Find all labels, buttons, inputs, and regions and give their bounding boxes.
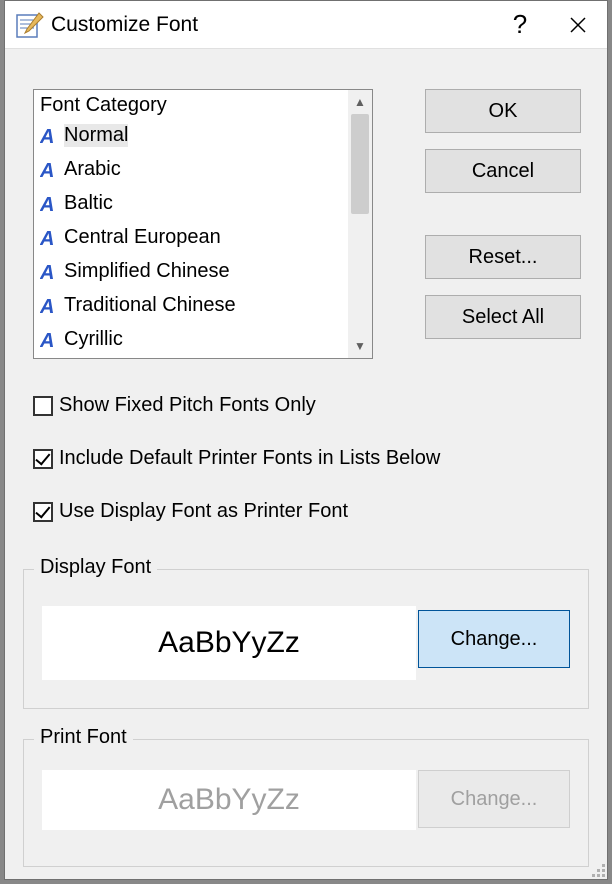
display-font-sample: AaBbYyZz bbox=[42, 606, 416, 680]
group-legend: Print Font bbox=[34, 726, 133, 749]
change-print-font-button: Change... bbox=[418, 770, 570, 828]
sample-text: AaBbYyZz bbox=[158, 783, 300, 817]
list-item[interactable]: A Central European bbox=[34, 220, 348, 254]
font-icon: A bbox=[38, 329, 62, 349]
listbox-items: A Normal A Arabic A Baltic A Central Eur… bbox=[34, 118, 348, 358]
checkbox-icon[interactable] bbox=[33, 396, 53, 416]
font-icon: A bbox=[38, 159, 62, 179]
font-icon: A bbox=[38, 261, 62, 281]
checkbox-label: Use Display Font as Printer Font bbox=[59, 500, 348, 523]
ok-button[interactable]: OK bbox=[425, 89, 581, 133]
app-icon bbox=[13, 9, 45, 41]
print-font-group: Print Font AaBbYyZz Change... bbox=[23, 739, 589, 867]
scroll-down-icon[interactable]: ▼ bbox=[348, 334, 372, 358]
svg-text:A: A bbox=[40, 126, 54, 145]
sample-text: AaBbYyZz bbox=[158, 626, 300, 660]
list-item-label: Normal bbox=[64, 124, 128, 147]
list-item-label: Simplified Chinese bbox=[64, 260, 230, 283]
svg-text:A: A bbox=[40, 228, 54, 247]
change-display-font-button[interactable]: Change... bbox=[418, 610, 570, 668]
svg-text:A: A bbox=[40, 160, 54, 179]
scroll-up-icon[interactable]: ▲ bbox=[348, 90, 372, 114]
scroll-thumb[interactable] bbox=[351, 114, 369, 214]
svg-text:A: A bbox=[40, 296, 54, 315]
scrollbar[interactable]: ▲ ▼ bbox=[348, 90, 372, 358]
svg-text:A: A bbox=[40, 194, 54, 213]
resize-grip-icon[interactable] bbox=[589, 861, 605, 877]
list-item-label: Cyrillic bbox=[64, 328, 123, 351]
list-item[interactable]: A Baltic bbox=[34, 186, 348, 220]
list-item[interactable]: A Arabic bbox=[34, 152, 348, 186]
font-category-listbox[interactable]: Font Category A Normal A Arabic A Baltic… bbox=[33, 89, 373, 359]
checkbox-label: Include Default Printer Fonts in Lists B… bbox=[59, 447, 440, 470]
use-display-font-checkbox-row[interactable]: Use Display Font as Printer Font bbox=[33, 500, 348, 523]
group-legend: Display Font bbox=[34, 556, 157, 579]
listbox-header: Font Category bbox=[34, 90, 372, 121]
display-font-group: Display Font AaBbYyZz Change... bbox=[23, 569, 589, 709]
titlebar: Customize Font ? bbox=[5, 1, 607, 49]
dialog-body: Font Category A Normal A Arabic A Baltic… bbox=[5, 49, 607, 879]
checkbox-label: Show Fixed Pitch Fonts Only bbox=[59, 394, 316, 417]
select-all-button[interactable]: Select All bbox=[425, 295, 581, 339]
reset-button[interactable]: Reset... bbox=[425, 235, 581, 279]
list-item[interactable]: A Cyrillic bbox=[34, 322, 348, 356]
list-item-label: Baltic bbox=[64, 192, 113, 215]
help-button[interactable]: ? bbox=[491, 1, 549, 49]
font-icon: A bbox=[38, 227, 62, 247]
font-icon: A bbox=[38, 125, 62, 145]
font-icon: A bbox=[38, 295, 62, 315]
include-printer-fonts-checkbox-row[interactable]: Include Default Printer Fonts in Lists B… bbox=[33, 447, 440, 470]
font-icon: A bbox=[38, 193, 62, 213]
cancel-button[interactable]: Cancel bbox=[425, 149, 581, 193]
list-item[interactable]: A Traditional Chinese bbox=[34, 288, 348, 322]
dialog-window: Customize Font ? Font Category A Normal … bbox=[4, 0, 608, 880]
checkbox-icon[interactable] bbox=[33, 502, 53, 522]
close-button[interactable] bbox=[549, 1, 607, 49]
fixed-pitch-checkbox-row[interactable]: Show Fixed Pitch Fonts Only bbox=[33, 394, 316, 417]
checkbox-icon[interactable] bbox=[33, 449, 53, 469]
svg-text:A: A bbox=[40, 262, 54, 281]
print-font-sample: AaBbYyZz bbox=[42, 770, 416, 830]
list-item-label: Arabic bbox=[64, 158, 121, 181]
list-item[interactable]: A Simplified Chinese bbox=[34, 254, 348, 288]
svg-text:A: A bbox=[40, 330, 54, 349]
list-item[interactable]: A Normal bbox=[34, 118, 348, 152]
list-item-label: Central European bbox=[64, 226, 221, 249]
list-item-label: Traditional Chinese bbox=[64, 294, 236, 317]
dialog-title: Customize Font bbox=[51, 13, 491, 37]
